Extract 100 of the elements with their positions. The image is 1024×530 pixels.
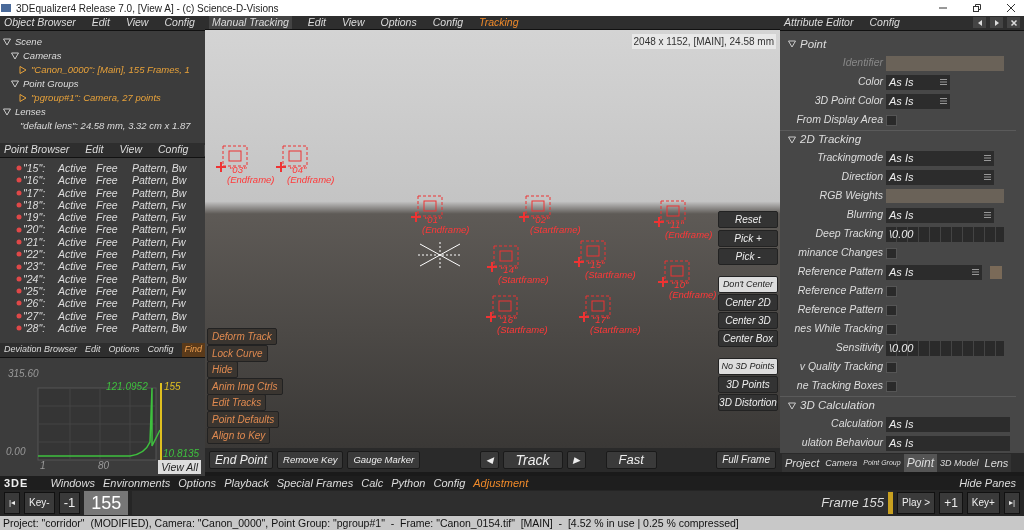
view-all-button[interactable]: View All bbox=[158, 460, 201, 474]
menu-item[interactable]: Tracking bbox=[479, 16, 519, 29]
menu-item[interactable]: Playback bbox=[224, 474, 269, 492]
overlay-button[interactable]: Don't Center bbox=[718, 276, 778, 293]
point-name[interactable]: "18": bbox=[22, 198, 58, 212]
menu-item[interactable]: View bbox=[125, 16, 149, 30]
menu-item[interactable]: Options bbox=[178, 474, 217, 492]
tree-item[interactable]: Scene bbox=[15, 34, 42, 50]
overlay-button[interactable]: Pick - bbox=[718, 248, 778, 265]
expanded-triangle-icon[interactable] bbox=[11, 52, 19, 60]
dropdown-field[interactable]: As Is bbox=[886, 93, 950, 109]
overlay-button[interactable]: Center 3D bbox=[718, 312, 778, 329]
point-name[interactable]: "21": bbox=[22, 235, 58, 249]
toolbar-button[interactable]: Gauge Marker bbox=[347, 451, 421, 469]
track-button[interactable]: Track bbox=[502, 451, 563, 469]
menu-item[interactable]: Windows bbox=[50, 474, 95, 492]
collapsed-triangle-icon[interactable] bbox=[19, 94, 27, 102]
menu-item[interactable]: Options bbox=[380, 16, 417, 29]
overlay-button[interactable]: 3D Points bbox=[718, 376, 778, 393]
menu-item[interactable]: Config bbox=[869, 16, 900, 30]
collapsed-triangle-icon[interactable] bbox=[19, 66, 27, 74]
overlay-button[interactable]: Center 2D bbox=[718, 294, 778, 311]
tree-item[interactable]: "pgroup#1": Camera, 27 points bbox=[31, 90, 161, 106]
overlay-button[interactable]: Pick + bbox=[718, 230, 778, 247]
checkbox[interactable] bbox=[886, 114, 897, 126]
menu-item[interactable]: Find bbox=[181, 343, 205, 357]
timeline-track[interactable]: Frame 155 bbox=[132, 491, 894, 515]
menu-item[interactable]: View bbox=[119, 143, 143, 157]
expanded-triangle-icon[interactable] bbox=[11, 80, 19, 88]
hide-panes-button[interactable]: Hide Panes bbox=[959, 474, 1024, 492]
point-name[interactable]: "16": bbox=[22, 174, 58, 187]
expanded-triangle-icon[interactable] bbox=[788, 401, 796, 410]
point-name[interactable]: "15": bbox=[22, 162, 58, 175]
close-icon[interactable] bbox=[1006, 3, 1016, 13]
expanded-triangle-icon[interactable] bbox=[3, 38, 11, 46]
dropdown-field[interactable]: As Is bbox=[886, 74, 950, 90]
point-name[interactable]: "20": bbox=[22, 223, 58, 236]
tree-item[interactable]: Point Groups bbox=[23, 76, 79, 92]
step-forward-button[interactable]: +1 bbox=[939, 492, 963, 514]
menu-item[interactable]: Config bbox=[147, 343, 174, 357]
point-name[interactable]: "25": bbox=[22, 284, 58, 298]
play-button[interactable]: Play > bbox=[897, 492, 936, 514]
checkbox[interactable] bbox=[886, 285, 897, 297]
overlay-button[interactable]: Point Defaults bbox=[207, 410, 280, 428]
menu-item[interactable]: Environments bbox=[102, 474, 171, 492]
expanded-triangle-icon[interactable] bbox=[788, 40, 796, 49]
overlay-button[interactable]: No 3D Points bbox=[718, 358, 778, 375]
next-button[interactable]: ▶ bbox=[566, 451, 586, 469]
overlay-button[interactable]: Deform Track bbox=[207, 328, 277, 345]
next-key-button[interactable]: Key+ bbox=[966, 492, 1000, 514]
tab[interactable]: Camera bbox=[822, 454, 861, 473]
dropdown-field[interactable]: As Is bbox=[886, 169, 994, 185]
menu-item[interactable]: Options bbox=[108, 343, 140, 357]
point-name[interactable]: "22": bbox=[22, 248, 58, 261]
point-name[interactable]: "17": bbox=[22, 186, 58, 199]
point-name[interactable]: "23": bbox=[22, 260, 58, 273]
slider-field[interactable]: \0.00 bbox=[886, 226, 1004, 242]
tree-item[interactable]: "default lens": 24.58 mm, 3.32 cm x 1.87 bbox=[20, 118, 191, 134]
menu-item[interactable]: Special Frames bbox=[276, 474, 354, 492]
menu-item[interactable]: Edit bbox=[307, 16, 326, 29]
overlay-button[interactable]: 3D Distortion bbox=[718, 394, 778, 411]
previous-key-button[interactable]: Key- bbox=[24, 492, 55, 514]
expanded-triangle-icon[interactable] bbox=[3, 108, 11, 116]
tab[interactable]: Point bbox=[903, 454, 937, 473]
restore-icon[interactable] bbox=[972, 3, 982, 13]
menu-item[interactable]: Edit bbox=[91, 16, 110, 30]
tab[interactable]: Lens bbox=[981, 454, 1012, 473]
tab[interactable]: Project bbox=[782, 454, 823, 473]
menu-item[interactable]: Edit bbox=[85, 343, 101, 357]
dropdown-field[interactable]: As Is bbox=[886, 207, 994, 223]
menu-item[interactable]: Config bbox=[433, 474, 466, 492]
point-name[interactable]: "19": bbox=[22, 211, 58, 224]
tab[interactable]: 3D Model bbox=[937, 454, 982, 473]
tree-item[interactable]: Cameras bbox=[23, 48, 62, 64]
checkbox[interactable] bbox=[886, 361, 897, 373]
overlay-button[interactable]: Hide bbox=[207, 361, 238, 378]
menu-item[interactable]: Adjustment bbox=[473, 474, 529, 492]
tree-item[interactable]: "Canon_0000": [Main], 155 Frames, 1 bbox=[31, 62, 190, 78]
playhead-handle[interactable] bbox=[888, 492, 894, 514]
point-name[interactable]: "26": bbox=[22, 297, 58, 310]
checkbox[interactable] bbox=[886, 247, 897, 259]
frame-field[interactable]: 155 bbox=[84, 491, 129, 515]
toolbar-button[interactable]: End Point bbox=[209, 451, 274, 469]
overlay-button[interactable]: Anim Img Ctrls bbox=[207, 377, 283, 395]
overlay-button[interactable]: Center Box bbox=[718, 330, 778, 347]
overlay-button[interactable]: Reset bbox=[718, 211, 778, 228]
slider-field[interactable]: \0.00 bbox=[886, 340, 1004, 356]
first-frame-button[interactable]: |◂ bbox=[4, 492, 21, 514]
point-name[interactable]: "28": bbox=[22, 321, 58, 335]
dropdown-field[interactable]: As Is bbox=[886, 150, 994, 166]
menu-item[interactable]: Calc bbox=[361, 474, 384, 492]
toolbar-button[interactable]: Remove Key bbox=[277, 451, 344, 469]
checkbox[interactable] bbox=[886, 304, 897, 316]
overlay-button[interactable]: Align to Key bbox=[207, 427, 271, 444]
point-name[interactable]: "27": bbox=[22, 309, 58, 322]
full-frame-button[interactable]: Full Frame bbox=[716, 451, 776, 469]
checkbox[interactable] bbox=[886, 380, 897, 392]
color-swatch[interactable] bbox=[990, 265, 1002, 279]
menu-item[interactable]: Config bbox=[164, 16, 195, 30]
expanded-triangle-icon[interactable] bbox=[788, 135, 796, 144]
